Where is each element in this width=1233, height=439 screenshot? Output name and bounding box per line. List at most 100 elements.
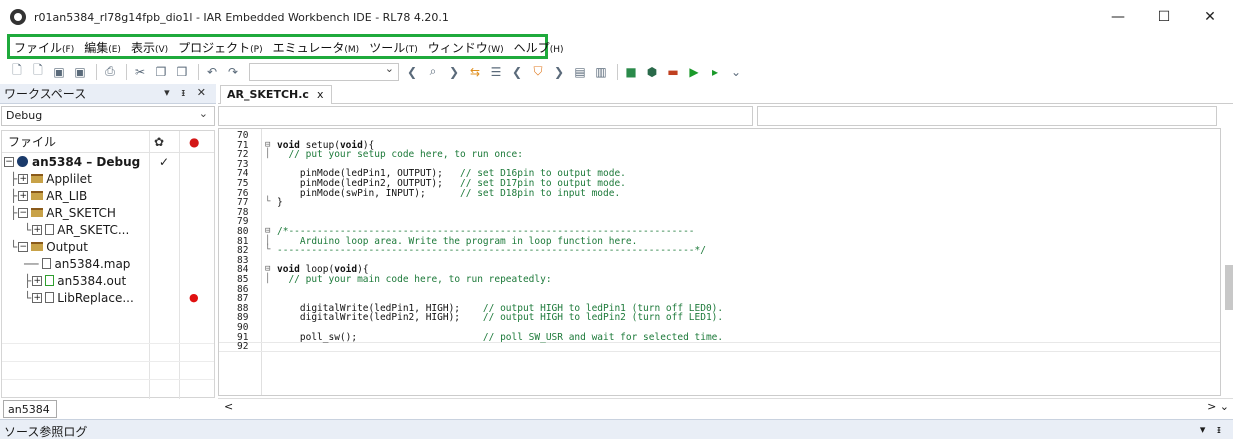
- debug-without-download-icon[interactable]: ▸: [706, 64, 724, 80]
- tree-item-ar-sketch-file[interactable]: └ + AR_SKETC...: [2, 221, 214, 238]
- compile-icon[interactable]: ▤: [571, 64, 589, 80]
- tree-item-output[interactable]: └ − Output: [2, 238, 214, 255]
- toolbar-separator: [617, 63, 618, 80]
- shield-icon[interactable]: ⛉: [529, 64, 547, 80]
- back-icon[interactable]: ❮: [403, 64, 421, 80]
- new-file-icon[interactable]: 🗋: [8, 63, 26, 80]
- navigate-forward-icon[interactable]: ❯: [550, 64, 568, 80]
- scroll-right-icon[interactable]: > ⌄: [1207, 400, 1229, 413]
- fold-marker-icon[interactable]: └: [265, 246, 270, 255]
- tree-item-map-file[interactable]: ── an5384.map: [2, 255, 214, 272]
- find-icon[interactable]: ⌕: [424, 64, 442, 80]
- iar-app-icon: [10, 9, 26, 25]
- toolbar-overflow-icon[interactable]: ⌄: [727, 64, 745, 80]
- tree-item-label: an5384.out: [57, 273, 127, 288]
- files-column-header[interactable]: ファイル: [8, 133, 56, 150]
- expand-icon[interactable]: +: [18, 190, 29, 201]
- bookmark-list-icon[interactable]: ☰: [487, 64, 505, 80]
- collapse-icon[interactable]: −: [18, 241, 29, 252]
- menu-item-accelerator: (H): [549, 45, 564, 55]
- toolbar-separator: [126, 63, 127, 80]
- tree-header: ファイル ✿ ●: [2, 131, 214, 153]
- code-text: pinMode(swPin, INPUT); // set D18pin to …: [277, 187, 621, 199]
- menu-item-0[interactable]: ファイル(F): [14, 37, 80, 58]
- gutter-divider: [261, 129, 262, 395]
- close-button[interactable]: ✕: [1187, 0, 1233, 34]
- fold-marker-icon[interactable]: └: [265, 198, 270, 207]
- tree-item-out-file[interactable]: ├ + an5384.out: [2, 272, 214, 289]
- debug-settings-icon[interactable]: ▬: [664, 64, 682, 80]
- scroll-left-icon[interactable]: <: [224, 400, 233, 413]
- configuration-select[interactable]: Debug: [1, 106, 215, 126]
- tree-item-project[interactable]: − an5384 – Debug ✓: [2, 153, 214, 170]
- minimize-button[interactable]: —: [1095, 0, 1141, 34]
- tree-item-ar-lib[interactable]: ├ + AR_LIB: [2, 187, 214, 204]
- breakpoint-column-icon[interactable]: ●: [189, 135, 199, 149]
- print-icon[interactable]: ⎙: [101, 64, 119, 80]
- close-tab-icon[interactable]: x: [317, 88, 324, 101]
- save-all-icon[interactable]: ▣: [71, 64, 89, 80]
- gear-icon[interactable]: ✿: [154, 135, 164, 149]
- menu-item-accelerator: (T): [405, 45, 418, 55]
- horizontal-scrollbar[interactable]: < > ⌄: [218, 398, 1233, 414]
- find-combo[interactable]: [249, 62, 399, 81]
- collapse-icon[interactable]: −: [18, 207, 29, 218]
- workspace-window-controls[interactable]: ▾ ᵻ ✕: [164, 86, 210, 99]
- tree-item-ar-sketch[interactable]: ├ − AR_SKETCH: [2, 204, 214, 221]
- code-editor[interactable]: 70 71 ⊟ void setup(void){72 │ // put your se…: [218, 128, 1221, 396]
- fold-marker-icon[interactable]: │: [265, 150, 270, 159]
- forward-icon[interactable]: ❯: [445, 64, 463, 80]
- breakpoint-icon[interactable]: ⬢: [643, 64, 661, 80]
- vertical-scrollbar-thumb[interactable]: [1225, 265, 1233, 310]
- tree-connector: └: [10, 239, 18, 254]
- expand-icon[interactable]: +: [32, 292, 43, 303]
- scope-dropdown[interactable]: [218, 106, 753, 126]
- collapse-icon[interactable]: −: [4, 156, 14, 167]
- copy-icon[interactable]: ❐: [152, 64, 170, 80]
- bookmark-toggle-icon[interactable]: ⇆: [466, 64, 484, 80]
- save-icon[interactable]: ▣: [50, 64, 68, 80]
- window-title: r01an5384_rl78g14fpb_dio1l - IAR Embedde…: [34, 10, 449, 24]
- workspace-tab[interactable]: an5384: [3, 400, 57, 418]
- menu-item-1[interactable]: 編集(E): [84, 37, 127, 58]
- expand-icon[interactable]: +: [32, 224, 43, 235]
- maximize-button[interactable]: ☐: [1141, 0, 1187, 34]
- menu-item-3[interactable]: プロジェクト(P): [178, 37, 268, 58]
- fold-marker-icon[interactable]: ⊟: [265, 227, 270, 236]
- menu-item-accelerator: (V): [154, 45, 169, 55]
- folder-icon: [31, 242, 44, 251]
- undo-icon[interactable]: ↶: [203, 64, 221, 80]
- line-number: 87: [237, 293, 249, 305]
- make-icon[interactable]: ▥: [592, 64, 610, 80]
- download-debug-icon[interactable]: ▶: [685, 64, 703, 80]
- menu-item-4[interactable]: エミュレータ(M): [273, 37, 366, 58]
- tab-ar-sketch[interactable]: AR_SKETCH.c x: [220, 85, 333, 104]
- stop-build-icon[interactable]: ■: [622, 64, 640, 80]
- tree-item-applilet[interactable]: ├ + Applilet: [2, 170, 214, 187]
- expand-icon[interactable]: +: [32, 275, 43, 286]
- tree-item-label: an5384.map: [54, 256, 131, 271]
- panel-window-controls[interactable]: ▾ ᵻ: [1200, 423, 1225, 436]
- menu-item-2[interactable]: 表示(V): [131, 37, 174, 58]
- cut-icon[interactable]: ✂: [131, 64, 149, 80]
- line-number: 92: [237, 341, 249, 353]
- fold-marker-icon[interactable]: │: [265, 275, 270, 284]
- expand-icon[interactable]: +: [18, 173, 29, 184]
- tree-item-lib-replace[interactable]: └ + LibReplace... ●: [2, 289, 214, 306]
- menu-item-accelerator: (M): [344, 45, 360, 55]
- navigate-back-icon[interactable]: ❮: [508, 64, 526, 80]
- menu-items: ファイル(F) 編集(E) 表示(V) プロジェクト(P) エミュレータ(M) ツール(T…: [14, 37, 573, 58]
- paste-icon[interactable]: ❒: [173, 64, 191, 80]
- line-number: 80: [237, 226, 249, 237]
- function-dropdown[interactable]: [757, 106, 1217, 126]
- menu-item-label: ウィンドウ: [427, 41, 488, 55]
- menu-item-5[interactable]: ツール(T): [369, 37, 424, 58]
- menu-item-label: プロジェクト: [178, 41, 251, 55]
- new-project-icon[interactable]: 🗋: [29, 63, 47, 80]
- menu-item-6[interactable]: ウィンドウ(W): [428, 37, 510, 58]
- menu-item-7[interactable]: ヘルプ(H): [514, 37, 570, 58]
- redo-icon[interactable]: ↷: [224, 64, 242, 80]
- workspace-tree: ファイル ✿ ● − an5384 – Debug ✓ ├ + Applilet…: [1, 130, 215, 399]
- toolbar: 🗋 🗋 ▣ ▣ ⎙ ✂ ❐ ❒ ↶ ↷ ❮ ⌕ ❯ ⇆ ☰ ❮ ⛉ ❯ ▤ ▥ …: [0, 59, 1233, 84]
- breakpoint-dot-icon: ●: [189, 291, 199, 304]
